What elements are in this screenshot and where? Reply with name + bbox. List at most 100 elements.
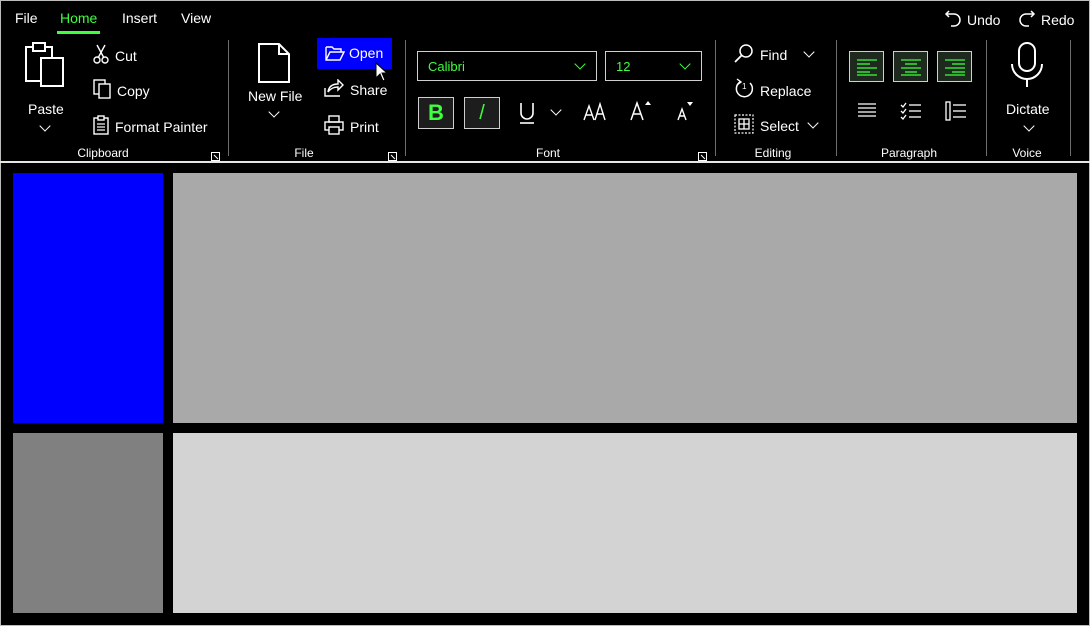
tab-file[interactable]: File	[15, 10, 38, 26]
gray-panel[interactable]	[173, 173, 1077, 423]
find-button[interactable]: Find	[734, 43, 815, 66]
replace-icon: 1	[734, 78, 754, 103]
align-center-icon	[900, 58, 921, 76]
new-file-dropdown-icon	[268, 106, 280, 118]
search-icon	[734, 43, 754, 66]
tab-view[interactable]: View	[181, 10, 211, 26]
shrink-font-button[interactable]	[676, 100, 696, 127]
scissors-icon	[93, 44, 109, 67]
voice-group-label: Voice	[1012, 146, 1042, 160]
underline-icon	[520, 103, 534, 124]
redo-button[interactable]: Redo	[1018, 8, 1074, 31]
checklist-button[interactable]	[900, 101, 922, 124]
group-separator	[1070, 40, 1071, 156]
copy-button[interactable]: Copy	[93, 79, 150, 102]
group-separator	[405, 40, 406, 156]
select-button[interactable]: Select	[734, 114, 819, 137]
change-case-icon	[583, 101, 606, 121]
cut-button[interactable]: Cut	[93, 44, 137, 67]
new-file-icon	[257, 42, 291, 87]
file-dialog-launcher-icon[interactable]	[388, 148, 397, 161]
folder-open-icon	[325, 44, 346, 65]
copy-label: Copy	[117, 82, 150, 99]
file-group-label: File	[294, 146, 314, 160]
new-file-label: New File	[248, 88, 303, 104]
bold-label: B	[428, 100, 444, 125]
numbered-list-icon	[945, 101, 966, 121]
font-dialog-launcher-icon[interactable]	[698, 148, 707, 161]
clipboard-dialog-launcher-icon[interactable]	[211, 148, 220, 161]
align-right-button[interactable]	[937, 51, 972, 82]
select-label: Select	[760, 117, 799, 134]
bold-button[interactable]: B	[418, 97, 454, 129]
microphone-icon	[1009, 42, 1045, 93]
grow-font-button[interactable]	[630, 98, 652, 127]
active-tab-indicator	[57, 31, 100, 34]
dark-gray-panel[interactable]	[13, 433, 163, 613]
align-center-button[interactable]	[893, 51, 928, 82]
underline-button[interactable]	[517, 101, 537, 128]
tab-home[interactable]: Home	[60, 10, 97, 26]
group-separator	[715, 40, 716, 156]
shrink-font-icon	[677, 102, 693, 121]
redo-icon	[1018, 8, 1036, 31]
change-case-button[interactable]	[583, 100, 607, 127]
print-button[interactable]: Print	[324, 115, 379, 138]
dictate-button[interactable]: Dictate	[1003, 40, 1055, 136]
chevron-down-icon	[679, 58, 691, 70]
italic-label: /	[479, 101, 485, 124]
font-size-value: 12	[616, 58, 631, 74]
select-dropdown-icon	[807, 117, 819, 129]
group-separator	[836, 40, 837, 156]
printer-icon	[324, 115, 344, 138]
new-file-button[interactable]: New File	[246, 40, 304, 122]
align-right-icon	[944, 58, 965, 76]
grow-font-icon	[630, 100, 651, 121]
undo-button[interactable]: Undo	[944, 8, 1000, 31]
blue-panel[interactable]	[13, 173, 163, 423]
paste-dropdown-icon	[39, 120, 51, 132]
paste-icon	[24, 40, 66, 91]
light-gray-panel[interactable]	[173, 433, 1077, 613]
align-left-button[interactable]	[849, 51, 884, 82]
find-dropdown-icon	[803, 46, 815, 58]
copy-icon	[93, 79, 111, 102]
share-label: Share	[350, 81, 388, 98]
format-painter-icon	[93, 115, 109, 138]
svg-text:1: 1	[742, 82, 747, 91]
replace-button[interactable]: 1 Replace	[734, 78, 811, 103]
redo-label: Redo	[1041, 11, 1075, 28]
paste-button[interactable]: Paste	[22, 40, 68, 140]
undo-label: Undo	[967, 11, 1001, 28]
share-icon	[324, 78, 344, 100]
paste-label: Paste	[28, 101, 64, 117]
find-label: Find	[760, 46, 788, 63]
font-family-value: Calibri	[428, 58, 465, 74]
paragraph-group-label: Paragraph	[880, 146, 938, 160]
format-painter-label: Format Painter	[115, 118, 208, 135]
numbered-list-button[interactable]	[945, 101, 967, 124]
font-group-label: Font	[535, 146, 560, 160]
undo-icon	[944, 8, 962, 31]
tab-insert[interactable]: Insert	[122, 10, 157, 26]
print-label: Print	[350, 118, 379, 135]
dictate-label: Dictate	[1006, 101, 1050, 117]
align-left-icon	[856, 58, 877, 76]
group-separator	[228, 40, 229, 156]
italic-button[interactable]: /	[464, 97, 500, 129]
chevron-down-icon	[574, 58, 586, 70]
editing-group-label: Editing	[754, 146, 792, 160]
checklist-icon	[900, 102, 921, 120]
format-painter-button[interactable]: Format Painter	[93, 115, 208, 138]
cut-label: Cut	[115, 47, 137, 64]
ribbon-divider	[0, 161, 1090, 163]
dictate-dropdown-icon	[1023, 120, 1035, 132]
select-icon	[734, 114, 754, 137]
font-size-select[interactable]: 12	[605, 51, 702, 81]
open-label: Open	[349, 45, 384, 61]
font-family-select[interactable]: Calibri	[417, 51, 597, 81]
share-button[interactable]: Share	[324, 78, 388, 100]
justify-icon	[858, 103, 876, 117]
clipboard-group-label: Clipboard	[77, 146, 129, 160]
justify-button[interactable]	[857, 102, 877, 123]
